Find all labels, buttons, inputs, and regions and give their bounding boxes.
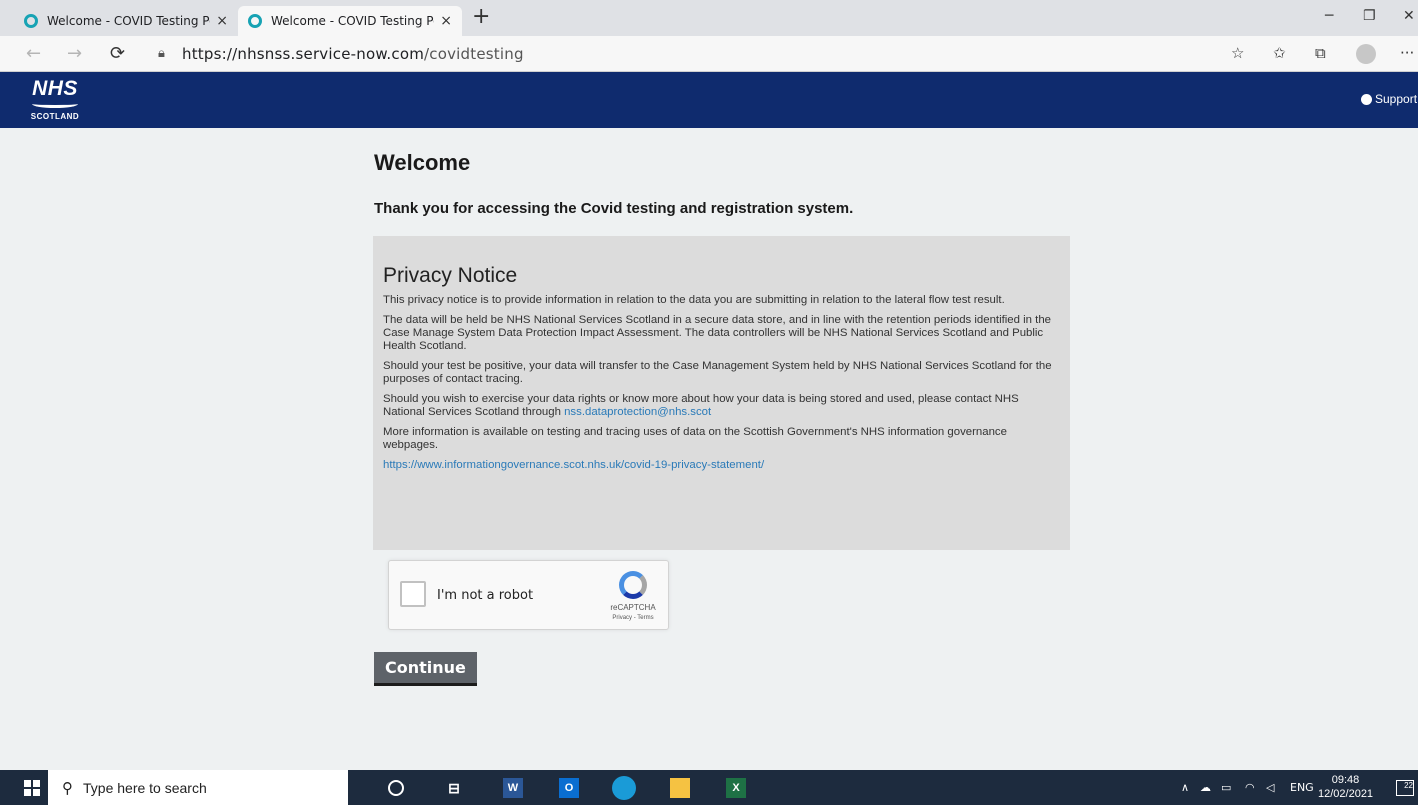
privacy-paragraph: The data will be held be NHS National Se… [383,314,1052,352]
maximize-icon[interactable]: ❐ [1363,8,1376,24]
recaptcha-widget: I'm not a robot reCAPTCHA Privacy - Term… [388,560,669,630]
clock-date: 12/02/2021 [1318,788,1374,800]
profile-icon[interactable] [1356,44,1376,64]
edge-icon[interactable] [612,776,636,800]
data-protection-email-link[interactable]: nss.dataprotection@nhs.scot [564,406,711,418]
task-view-icon[interactable]: ⊟ [444,778,464,798]
onedrive-icon[interactable]: ☁ [1200,781,1211,794]
forward-icon[interactable]: → [67,43,82,64]
logo-text: NHS [32,77,78,100]
tab-close-icon[interactable]: × [440,13,452,29]
battery-icon[interactable]: ▭ [1221,781,1231,794]
address-bar: ← → ⟳ 🔒︎ https://nhsnss.service-now.com/… [0,36,1418,72]
tab-title: Welcome - COVID Testing Portal [47,14,210,28]
recaptcha-logo-icon [619,571,647,599]
url-path: /covidtesting [424,45,524,63]
cortana-icon[interactable] [388,780,404,796]
continue-button[interactable]: Continue [374,652,477,686]
recaptcha-terms-links[interactable]: Privacy - Terms [599,615,667,621]
tray-chevron-icon[interactable]: ∧ [1181,781,1189,794]
url-field[interactable]: https://nhsnss.service-now.com/covidtest… [182,45,524,63]
recaptcha-brand: reCAPTCHA [610,603,656,612]
privacy-statement-link[interactable]: https://www.informationgovernance.scot.n… [383,459,764,471]
privacy-paragraph: https://www.informationgovernance.scot.n… [383,459,1060,472]
favorites-icon[interactable]: ✩ [1273,44,1286,62]
privacy-paragraph: Should your test be positive, your data … [383,360,1052,385]
page-subtitle: Thank you for accessing the Covid testin… [374,200,854,217]
support-label: Support [1375,92,1418,106]
support-link[interactable]: Support [1361,92,1417,106]
tab-close-icon[interactable]: × [216,13,228,29]
privacy-paragraph: Should you wish to exercise your data ri… [383,393,1060,419]
notifications-icon[interactable]: 22 [1396,780,1414,796]
user-icon [1361,93,1372,105]
collections-icon[interactable]: ⧉ [1315,44,1326,62]
input-language[interactable]: ENG [1290,781,1314,794]
url-host: https://nhsnss.service-now.com [182,45,425,63]
logo-subtext: SCOTLAND [30,112,80,121]
word-icon[interactable]: W [503,778,523,798]
excel-icon[interactable]: X [726,778,746,798]
tab-title: Welcome - COVID Testing Portal [271,14,434,28]
outlook-icon[interactable]: O [559,778,579,798]
browser-tab[interactable]: Welcome - COVID Testing Portal × [14,6,238,36]
taskbar-clock[interactable]: 09:48 12/02/2021 [1318,773,1373,801]
browser-tab-active[interactable]: Welcome - COVID Testing Portal × [238,6,462,36]
tab-favicon-icon [248,14,262,28]
taskbar-search-box[interactable]: ⚲ Type here to search [48,770,348,805]
privacy-paragraph: This privacy notice is to provide inform… [383,294,1005,306]
site-header: NHS SCOTLAND Support [0,72,1418,128]
back-icon[interactable]: ← [26,43,41,64]
more-icon[interactable]: ··· [1400,44,1414,62]
page-title: Welcome [374,150,471,175]
privacy-heading: Privacy Notice [383,264,518,287]
logo-swoosh [32,100,78,108]
volume-icon[interactable]: ◁ [1266,781,1274,794]
privacy-paragraph: More information is available on testing… [383,426,1007,451]
refresh-icon[interactable]: ⟳ [110,43,125,64]
file-explorer-icon[interactable] [670,778,690,798]
minimize-icon[interactable]: ─ [1325,8,1333,24]
windows-taskbar: ⚲ Type here to search ⊟ W O X ∧ ☁ ▭ ◠ ◁ … [0,770,1418,805]
search-icon: ⚲ [62,778,73,797]
clock-time: 09:48 [1331,774,1360,786]
star-add-icon[interactable]: ☆ [1231,44,1244,62]
window-close-icon[interactable]: ✕ [1403,8,1415,24]
wifi-icon[interactable]: ◠ [1245,781,1255,794]
nhs-scotland-logo[interactable]: NHS SCOTLAND [20,77,90,122]
lock-icon[interactable]: 🔒︎ [158,46,165,61]
recaptcha-label: I'm not a robot [437,588,534,603]
search-placeholder: Type here to search [83,779,207,796]
tab-favicon-icon [24,14,38,28]
browser-tab-strip: Welcome - COVID Testing Portal × Welcome… [0,0,1418,36]
windows-start-icon[interactable] [24,780,40,796]
new-tab-icon[interactable]: + [472,4,490,29]
privacy-notice-panel: Privacy Notice This privacy notice is to… [373,236,1070,550]
recaptcha-checkbox[interactable] [400,581,426,607]
